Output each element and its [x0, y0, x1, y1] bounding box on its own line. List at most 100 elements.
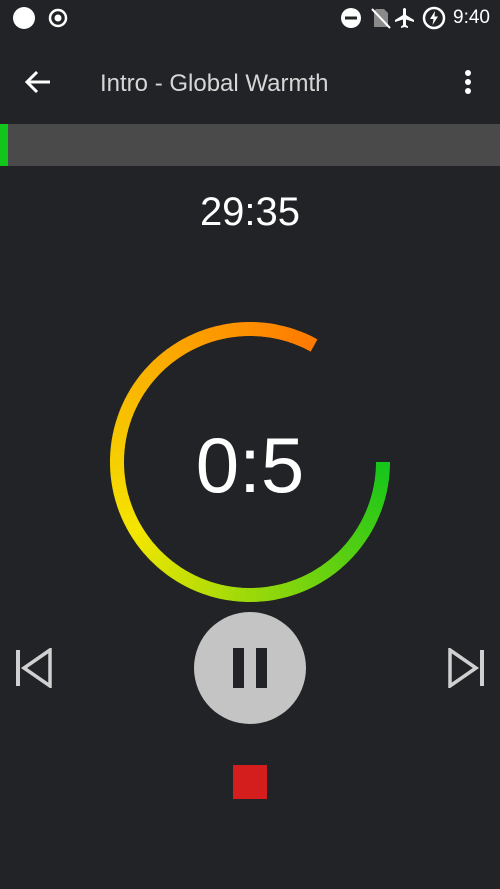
ring-segment — [308, 570, 322, 586]
ring-segment — [208, 582, 220, 598]
stop-icon — [233, 765, 267, 799]
ring-segment — [167, 345, 181, 361]
battery-charging-icon — [422, 6, 446, 35]
ring-segment — [353, 528, 369, 543]
ring-segment — [193, 331, 205, 347]
interval-remaining-time: 0:5 — [195, 421, 305, 509]
ring-segment — [126, 521, 142, 535]
workout-progress-fill — [0, 124, 8, 166]
ring-segment — [232, 587, 241, 602]
ring-segment — [298, 575, 311, 592]
ring-segment — [162, 348, 177, 364]
page-title: Intro - Global Warmth — [100, 70, 329, 97]
ring-segment — [160, 559, 175, 575]
pause-icon — [233, 648, 267, 688]
ring-segment — [331, 554, 346, 569]
ring-segment — [121, 511, 137, 524]
ring-segment — [124, 393, 140, 407]
status-bar: 9:40 — [0, 0, 500, 36]
ring-segment — [261, 586, 270, 602]
ring-segment — [318, 564, 332, 580]
ring-segment — [277, 583, 288, 599]
interval-timer-screen: 9:40 Intro - Global Warmth 29:35 0:5 — [0, 0, 500, 889]
ring-segment — [257, 322, 266, 337]
ring-segment — [303, 573, 316, 589]
ring-segment — [137, 373, 153, 388]
ring-segment — [288, 579, 300, 596]
ring-segment — [210, 325, 221, 342]
ring-segment — [350, 533, 366, 547]
ring-segment — [121, 399, 138, 412]
ring-segment — [153, 356, 168, 372]
pause-bar-right — [256, 648, 267, 688]
ring-segment — [267, 585, 276, 601]
ring-segment — [123, 516, 140, 529]
ring-segment — [279, 325, 290, 342]
ring-segment — [186, 574, 199, 590]
ring-segment — [156, 555, 171, 571]
ring-segment — [305, 336, 318, 352]
total-remaining-time: 29:35 — [199, 190, 301, 234]
status-time: 9:40 — [453, 7, 490, 28]
ring-segment — [222, 323, 232, 339]
ring-segment — [147, 547, 163, 563]
ring-segment — [313, 567, 327, 583]
ring-segment — [172, 341, 186, 358]
target-icon — [48, 8, 68, 33]
pause-bar-left — [233, 648, 244, 688]
ring-segment — [182, 336, 195, 352]
ring-segment — [273, 324, 284, 340]
ring-segment — [140, 369, 156, 384]
back-button[interactable] — [18, 62, 58, 102]
stop-button[interactable] — [233, 765, 267, 799]
skip-next-icon — [444, 646, 488, 692]
ring-segment — [187, 333, 200, 350]
ring-segment — [234, 322, 243, 337]
ring-segment — [356, 524, 372, 537]
ring-segment — [191, 576, 204, 593]
ring-segment — [346, 537, 362, 552]
ring-segment — [129, 526, 145, 540]
airplane-mode-icon — [393, 6, 417, 35]
ring-segment — [268, 323, 278, 339]
ring-segment — [335, 550, 350, 565]
ring-segment — [295, 331, 307, 347]
ring-segment — [175, 568, 189, 585]
more-options-button[interactable] — [454, 62, 482, 102]
ring-segment — [133, 378, 149, 392]
ring-segment — [300, 333, 313, 350]
ring-segment — [204, 327, 216, 343]
next-interval-button[interactable] — [444, 646, 488, 690]
ring-segment — [198, 329, 211, 345]
previous-interval-button[interactable] — [12, 646, 56, 690]
ring-segment — [339, 546, 355, 561]
ring-segment — [220, 585, 230, 601]
pause-button[interactable] — [194, 612, 306, 724]
ring-segment — [203, 580, 214, 597]
ring-segment — [322, 561, 337, 577]
ring-segment — [364, 509, 380, 521]
ring-segment — [177, 338, 190, 355]
ring-segment — [284, 327, 296, 343]
ring-segment — [119, 404, 136, 417]
ring-segment — [289, 329, 301, 345]
ring-segment — [127, 388, 143, 402]
app-bar: Intro - Global Warmth — [0, 36, 500, 122]
ring-segment — [151, 551, 167, 567]
ring-segment — [283, 581, 294, 598]
ring-segment — [117, 410, 133, 422]
ring-segment — [139, 539, 155, 554]
ring-segment — [216, 324, 226, 340]
notification-dot-icon — [12, 6, 36, 35]
ring-segment — [165, 562, 180, 578]
ring-segment — [181, 571, 194, 588]
ring-segment — [361, 514, 378, 527]
ring-segment — [214, 583, 225, 600]
do-not-disturb-icon — [340, 7, 362, 34]
ring-segment — [148, 360, 164, 375]
ring-segment — [226, 586, 236, 602]
ring-segment — [132, 530, 149, 545]
ring-segment — [144, 364, 160, 379]
ring-segment — [293, 577, 306, 594]
ring-segment — [263, 322, 272, 338]
